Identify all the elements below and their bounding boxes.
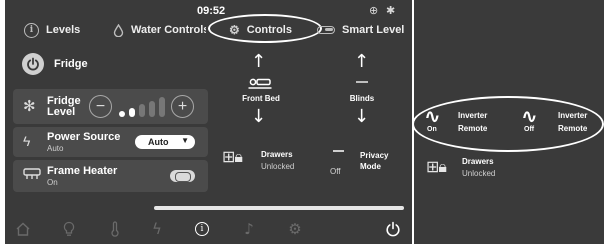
music-icon[interactable]: ♪ <box>240 220 258 238</box>
power-source-subtitle: Auto <box>47 144 64 153</box>
fridge-level-title-line2: Level <box>47 106 76 118</box>
horizontal-scrollbar[interactable] <box>154 206 404 210</box>
frame-heater-toggle[interactable] <box>170 170 195 182</box>
settings-icon[interactable]: ⚙ <box>286 220 304 238</box>
power-source-selected-value: Auto <box>148 137 169 147</box>
blinds-down-arrow[interactable]: ↓ <box>354 108 369 126</box>
privacy-mode-state: Off <box>330 167 341 176</box>
level-increase-button[interactable]: + <box>171 95 194 118</box>
thermometer-icon[interactable] <box>106 220 124 238</box>
chevron-down-icon: ▼ <box>181 136 189 145</box>
privacy-mode-label: Privacy Mode <box>360 150 388 172</box>
fridge-label: Fridge <box>54 58 88 70</box>
bed-icon <box>248 78 272 89</box>
heater-icon <box>23 167 41 184</box>
status-clock: 09:52 <box>197 5 226 17</box>
inverter-wave-icon[interactable]: ∿ <box>424 106 441 126</box>
inverter-remote-label: Inverter Remote <box>558 109 587 135</box>
lightning-icon: ϟ <box>23 133 31 149</box>
privacy-mode-line1: Privacy <box>360 151 389 160</box>
fridge-level-bar <box>139 104 145 117</box>
water-drop-icon <box>113 23 124 37</box>
blinds-label: Blinds <box>349 94 375 103</box>
drawers-title: Drawers <box>261 150 293 159</box>
drawers-status: Unlocked <box>261 162 295 171</box>
privacy-mode-toggle[interactable] <box>333 150 344 152</box>
blinds-state-indicator <box>356 81 368 83</box>
tab-smart-level[interactable]: Smart Level <box>317 22 404 38</box>
front-bed-up-arrow[interactable]: ↑ <box>251 53 266 71</box>
inverter-remote-label: Inverter Remote <box>458 109 487 135</box>
tab-label: Smart Level <box>342 24 405 36</box>
fridge-power-button[interactable] <box>22 53 44 75</box>
switch-icon <box>317 26 335 34</box>
bluetooth-icon[interactable]: ✱ <box>386 4 395 17</box>
fridge-level-bar <box>129 107 135 117</box>
inverter-label-line2: Remote <box>558 124 588 133</box>
fridge-level-card: ✻ Fridge Level − + <box>13 89 208 124</box>
power-source-select[interactable]: Auto ▼ <box>135 135 195 149</box>
info-icon[interactable]: i <box>193 220 211 238</box>
inverter-label-line1: Inverter <box>458 111 488 120</box>
tab-water-controls[interactable]: Water Controls <box>113 22 206 38</box>
front-bed-label: Front Bed <box>242 94 280 103</box>
frame-heater-card: Frame Heater On <box>13 160 208 192</box>
snowflake-icon: ✻ <box>23 98 36 115</box>
lightbulb-icon[interactable] <box>60 220 78 238</box>
fridge-level-bar <box>119 111 125 117</box>
tab-levels[interactable]: i Levels <box>24 22 80 38</box>
lightning-icon[interactable]: ϟ <box>148 220 166 238</box>
fridge-level-indicator <box>117 97 169 117</box>
fridge-level-bar <box>149 100 155 117</box>
tab-label: Water Controls <box>131 24 206 36</box>
power-source-card: ϟ Power Source Auto Auto ▼ <box>13 127 208 157</box>
privacy-mode-line2: Mode <box>360 162 381 171</box>
inverter-state: On <box>427 126 437 133</box>
fridge-level-bar <box>159 97 165 117</box>
frame-heater-title: Frame Heater <box>47 165 118 177</box>
tab-label: Levels <box>46 24 81 36</box>
controls-highlight-ring <box>208 14 322 43</box>
home-icon[interactable] <box>14 220 32 238</box>
inverter-label-line2: Remote <box>458 124 488 133</box>
info-circle-icon: i <box>195 222 209 236</box>
power-source-title: Power Source <box>47 131 121 143</box>
power-icon[interactable] <box>384 220 402 238</box>
drawer-lock-icon[interactable]: ⊞🔒︎ <box>426 157 447 177</box>
inverter-label-line1: Inverter <box>558 111 588 120</box>
blinds-up-arrow[interactable]: ↑ <box>354 53 369 71</box>
globe-icon[interactable]: ⊕ <box>369 4 378 17</box>
power-icon <box>27 57 39 71</box>
drawer-lock-icon[interactable]: ⊞🔒︎ <box>222 147 243 167</box>
info-circle-icon: i <box>24 22 39 38</box>
level-decrease-button[interactable]: − <box>89 95 112 118</box>
front-bed-down-arrow[interactable]: ↓ <box>251 108 266 126</box>
drawers-status: Unlocked <box>462 169 496 178</box>
frame-heater-subtitle: On <box>47 178 58 187</box>
inverter-state: Off <box>524 126 535 133</box>
inverter-wave-icon[interactable]: ∿ <box>521 106 538 126</box>
drawers-title: Drawers <box>462 157 494 166</box>
